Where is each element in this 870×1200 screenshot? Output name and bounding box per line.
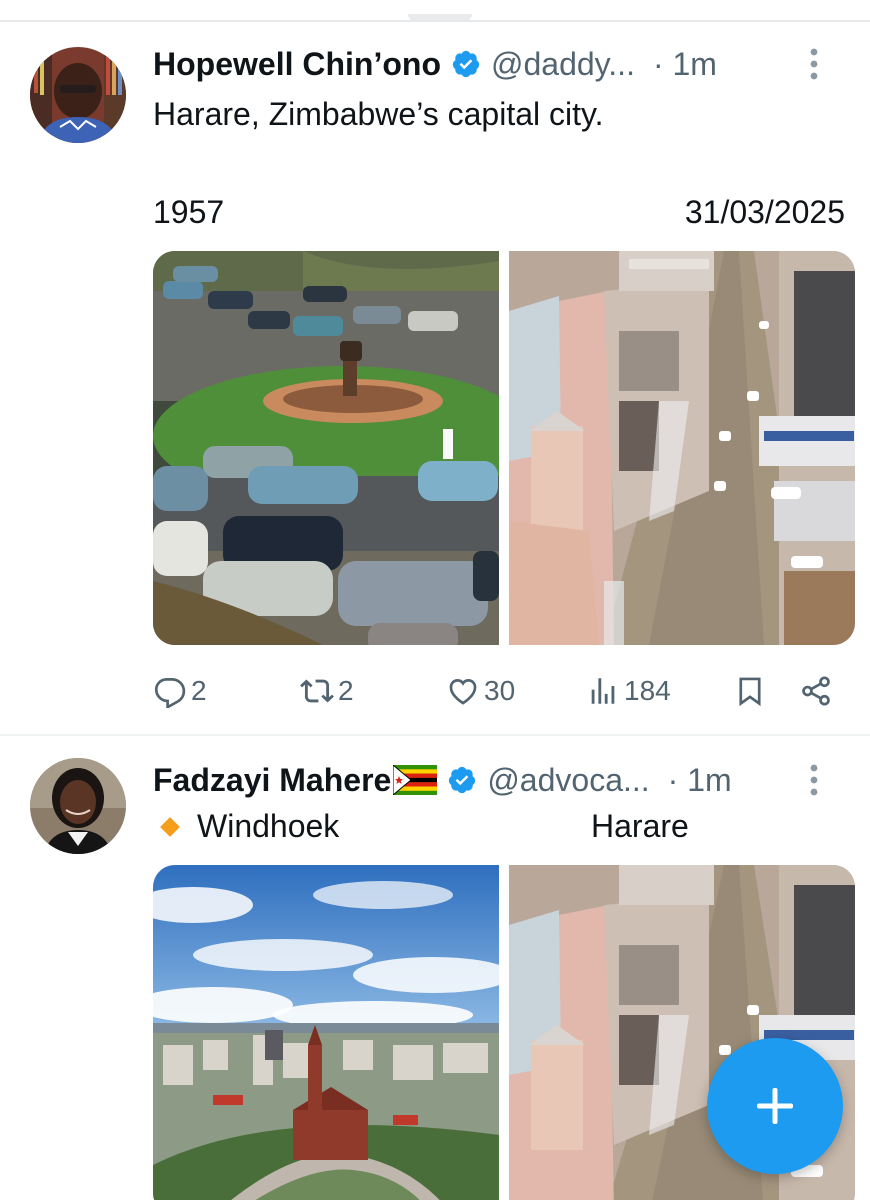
reply-button[interactable]: 2 xyxy=(153,670,207,712)
author-name[interactable]: Hopewell Chin’ono xyxy=(153,46,441,83)
verified-badge-icon xyxy=(447,765,477,795)
tweet-header: Fadzayi Mahere @advoca... · 1m xyxy=(153,756,850,804)
like-button[interactable]: 30 xyxy=(446,670,515,712)
photo-windhoek[interactable] xyxy=(153,865,499,1200)
repost-count: 2 xyxy=(338,675,354,706)
tweet-hopewell[interactable]: Hopewell Chin’ono @daddy... · 1m Harare,… xyxy=(0,22,870,734)
like-count: 30 xyxy=(484,675,516,706)
compose-button[interactable] xyxy=(707,1038,843,1174)
heart-icon xyxy=(449,679,477,705)
share-button[interactable] xyxy=(799,670,833,712)
bookmark-button[interactable] xyxy=(733,670,767,712)
image-label-right: Harare xyxy=(591,808,689,844)
zimbabwe-flag-icon xyxy=(392,763,438,797)
views-bar-icon xyxy=(591,678,615,704)
reply-icon xyxy=(154,678,186,708)
avatar[interactable] xyxy=(30,47,126,143)
author-handle[interactable]: @daddy... xyxy=(491,46,635,83)
image-label-right: 31/03/2025 xyxy=(684,194,845,230)
orange-diamond-icon xyxy=(160,816,180,837)
view-count: 184 xyxy=(624,675,671,706)
views-button[interactable]: 184 xyxy=(586,670,671,712)
author-handle[interactable]: @advoca... xyxy=(487,762,649,799)
verified-badge-icon xyxy=(451,49,481,79)
share-icon xyxy=(802,676,830,706)
image-label-left: 1957 xyxy=(153,194,225,230)
media-grid xyxy=(153,251,855,645)
image-label-left: Windhoek xyxy=(197,808,340,844)
image-label-left-row: Windhoek xyxy=(160,808,340,845)
more-vertical-icon[interactable] xyxy=(800,44,828,84)
tweet-header: Hopewell Chin’ono @daddy... · 1m xyxy=(153,40,850,88)
tweet-actions: 2 2 30 184 xyxy=(153,670,843,712)
reply-count: 2 xyxy=(191,675,207,706)
photo-harare-1957[interactable] xyxy=(153,251,499,645)
avatar[interactable] xyxy=(30,758,126,854)
timestamp[interactable]: · 1m xyxy=(668,762,732,799)
repost-button[interactable]: 2 xyxy=(300,670,354,712)
photo-harare-2025[interactable] xyxy=(509,251,855,645)
tweet-text: Harare, Zimbabwe’s capital city. xyxy=(153,96,604,132)
repost-icon xyxy=(300,679,334,703)
plus-icon xyxy=(757,1088,793,1124)
author-name[interactable]: Fadzayi Mahere xyxy=(153,762,391,799)
timestamp[interactable]: · 1m xyxy=(653,46,717,83)
more-vertical-icon[interactable] xyxy=(800,760,828,800)
bookmark-icon xyxy=(739,677,761,707)
